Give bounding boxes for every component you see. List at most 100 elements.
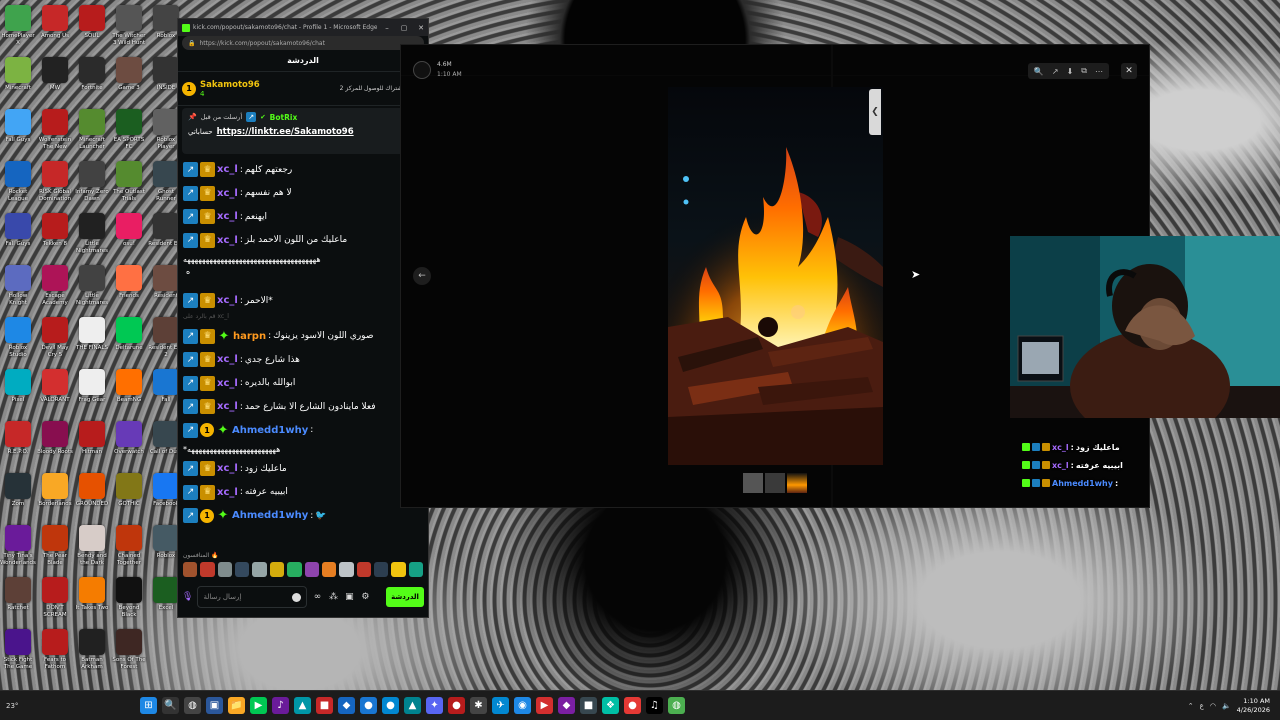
pinned-link[interactable]: https://linktr.ee/Sakamoto96	[217, 127, 354, 137]
viewer-close-button[interactable]: ✕	[1121, 63, 1137, 79]
desktop-shortcut[interactable]: Infamy Zero Dawn	[74, 158, 110, 210]
emote-bar[interactable]: المنافسون 🔥	[178, 552, 428, 577]
desktop-shortcut[interactable]: Game 3	[111, 54, 147, 106]
desktop-shortcut[interactable]: osu!	[111, 210, 147, 262]
chat-input[interactable]: إرسال رسالة	[197, 586, 308, 608]
desktop-shortcut[interactable]: The Outlast Trials	[111, 158, 147, 210]
emote-icon[interactable]	[391, 562, 406, 577]
taskbar-app-icon[interactable]: ●	[382, 697, 399, 714]
open-external-icon[interactable]: ⧉	[1081, 66, 1087, 76]
chat-username[interactable]: xc_l	[217, 378, 238, 389]
chat-message[interactable]: ↗ ♛ xc_l: ماعليك من اللون الاحمد بلز	[183, 229, 423, 253]
desktop-shortcut[interactable]: Frag Gear	[74, 366, 110, 418]
chat-message[interactable]: ↗ ♛ xc_l: ايهنعم	[183, 205, 423, 229]
taskbar-app-icon[interactable]: ●	[448, 697, 465, 714]
clock[interactable]: 1:10 AM 4/26/2026	[1237, 697, 1270, 715]
chat-message-list[interactable]: ↗ ♛ xc_l: رجعتهم كلهم ↗ ♛ xc_l: لا هم نفسهم ↗ ♛…	[178, 156, 428, 530]
taskbar-app-icon[interactable]: ▶	[250, 697, 267, 714]
photo-thumbnails[interactable]	[743, 473, 807, 493]
desktop-shortcut[interactable]: Rocket League	[0, 158, 36, 210]
emote-icon[interactable]	[304, 562, 319, 577]
desktop-shortcut[interactable]: SOUL	[74, 2, 110, 54]
share-icon[interactable]: ↗	[1052, 67, 1059, 76]
desktop-shortcut[interactable]: Fall Guys	[0, 210, 36, 262]
send-chat-button[interactable]: الدردشة	[386, 587, 424, 607]
infinity-icon[interactable]: ∞	[311, 592, 323, 602]
desktop-shortcut[interactable]: BeamNG	[111, 366, 147, 418]
emote-icon[interactable]	[200, 562, 215, 577]
chat-username[interactable]: xc_l	[217, 295, 238, 306]
chat-input-row[interactable]: 🎙 إرسال رسالة ∞ ⁂ ▣ ⚙ الدردشة	[178, 585, 428, 609]
language-indicator[interactable]: ع	[1200, 702, 1204, 710]
taskbar-app-icon[interactable]: ◆	[558, 697, 575, 714]
taskbar-app-icon[interactable]: ◉	[514, 697, 531, 714]
browser-titlebar[interactable]: kick.com/popout/sakamoto96/chat - Profil…	[178, 19, 428, 36]
desktop-shortcut[interactable]: Pixel	[0, 366, 36, 418]
taskbar-app-icon[interactable]: 📁	[228, 697, 245, 714]
chat-message[interactable]: ↗ ♛ xc_l: رجعتهم كلهم	[183, 158, 423, 182]
chat-username[interactable]: xc_l	[217, 188, 238, 199]
desktop-shortcut[interactable]: Hitman	[74, 418, 110, 470]
weather-widget[interactable]: 23°	[0, 702, 40, 710]
top-gifter-bar[interactable]: 1 Sakamoto96 4 إهداء 1 اشتراك للوصول للم…	[178, 72, 428, 106]
chat-message[interactable]: ↗ ♛ xc_l: ابيبيه عرفته	[183, 481, 423, 505]
desktop-shortcut[interactable]: Bendy and the Dark Revival	[74, 522, 110, 574]
desktop-shortcut[interactable]: Zom	[0, 470, 36, 522]
desktop-shortcut[interactable]: Fears to Fathom	[37, 626, 73, 678]
desktop-shortcut[interactable]: R.E.P.O.	[0, 418, 36, 470]
chevron-up-icon[interactable]: ⌃	[1188, 702, 1194, 710]
desktop-shortcut[interactable]: Bloody Roots	[37, 418, 73, 470]
desktop-shortcut[interactable]: GROUNDED	[74, 470, 110, 522]
taskbar-app-icon[interactable]: ✱	[470, 697, 487, 714]
taskbar-app-icon[interactable]: ⊞	[140, 697, 157, 714]
emote-icon[interactable]	[269, 562, 285, 577]
chat-username[interactable]: xc_l	[217, 211, 238, 222]
chat-browser-window[interactable]: kick.com/popout/sakamoto96/chat - Profil…	[177, 18, 429, 618]
taskbar-app-icon[interactable]: 🔍	[162, 697, 179, 714]
desktop-shortcut[interactable]: Minecraft	[0, 54, 36, 106]
taskbar-app-icon[interactable]: ♫	[646, 697, 663, 714]
chat-username[interactable]: Ahmedd1why	[232, 510, 308, 521]
desktop-shortcut[interactable]: Tekken 8	[37, 210, 73, 262]
chat-username[interactable]: xc_l	[217, 487, 238, 498]
emote-icon[interactable]	[408, 562, 424, 577]
desktop-shortcut[interactable]: Minecraft Launcher	[74, 106, 110, 158]
chat-message[interactable]: ↗ ♛ xc_l: الاحمر*	[183, 289, 423, 313]
desktop-shortcut[interactable]: Sons Of The Forest	[111, 626, 147, 678]
desktop-shortcut[interactable]: Borderlands	[37, 470, 73, 522]
settings-gear-icon[interactable]: ⚙	[359, 592, 371, 602]
desktop-shortcut[interactable]: DON'T SCREAM	[37, 574, 73, 626]
chat-message[interactable]: ↗ 1 ✦ Ahmedd1why: 🐦	[183, 504, 423, 528]
taskbar-app-icon[interactable]: ■	[580, 697, 597, 714]
emoji-picker-icon[interactable]	[292, 592, 302, 602]
maximize-button[interactable]: ▢	[397, 24, 411, 32]
desktop-shortcut[interactable]: Tiny Tina's Wonderlands	[0, 522, 36, 574]
taskbar-app-icon[interactable]: ●	[624, 697, 641, 714]
zoom-icon[interactable]: 🔍	[1034, 67, 1044, 76]
desktop-shortcut[interactable]: Fall Guys	[0, 106, 36, 158]
thumbnail-3-active[interactable]	[787, 473, 807, 493]
pinned-message[interactable]: 📌 أرسلت من قبل ↗ ✔ BotRix 📌 حساباتي http…	[182, 108, 424, 154]
desktop-shortcut[interactable]: VALORANT	[37, 366, 73, 418]
desktop-shortcut[interactable]: Among Us	[37, 2, 73, 54]
taskbar-app-icon[interactable]: ◆	[338, 697, 355, 714]
desktop-shortcut[interactable]: Hollow Knight	[0, 262, 36, 314]
desktop-shortcut[interactable]: GOTHIC	[111, 470, 147, 522]
top-gifter-name[interactable]: Sakamoto96	[200, 80, 260, 90]
desktop-shortcut[interactable]: HomePlayer X	[0, 2, 36, 54]
taskbar-app-icon[interactable]: ✈	[492, 697, 509, 714]
taskbar-app-icon[interactable]: ▲	[404, 697, 421, 714]
desktop-shortcut[interactable]: Little Nightmares	[74, 210, 110, 262]
emote-icon[interactable]	[252, 562, 267, 577]
chat-username[interactable]: xc_l	[217, 235, 238, 246]
emote-icon[interactable]	[183, 562, 198, 577]
desktop-shortcut[interactable]: Wolfenstein The New Order	[37, 106, 73, 158]
chat-username[interactable]: Ahmedd1why	[232, 425, 308, 436]
emote-icon[interactable]	[356, 562, 371, 577]
desktop-shortcut[interactable]: Overwatch	[111, 418, 147, 470]
chat-message[interactable]: ↗ ♛ xc_l: فعلا ماينادون الشارع الا بشارع ح…	[183, 395, 423, 419]
taskbar-app-icon[interactable]: ◍	[668, 697, 685, 714]
desktop-shortcut[interactable]: Friends	[111, 262, 147, 314]
emote-icon[interactable]	[321, 562, 337, 577]
previous-photo-button[interactable]: ←	[413, 267, 431, 285]
